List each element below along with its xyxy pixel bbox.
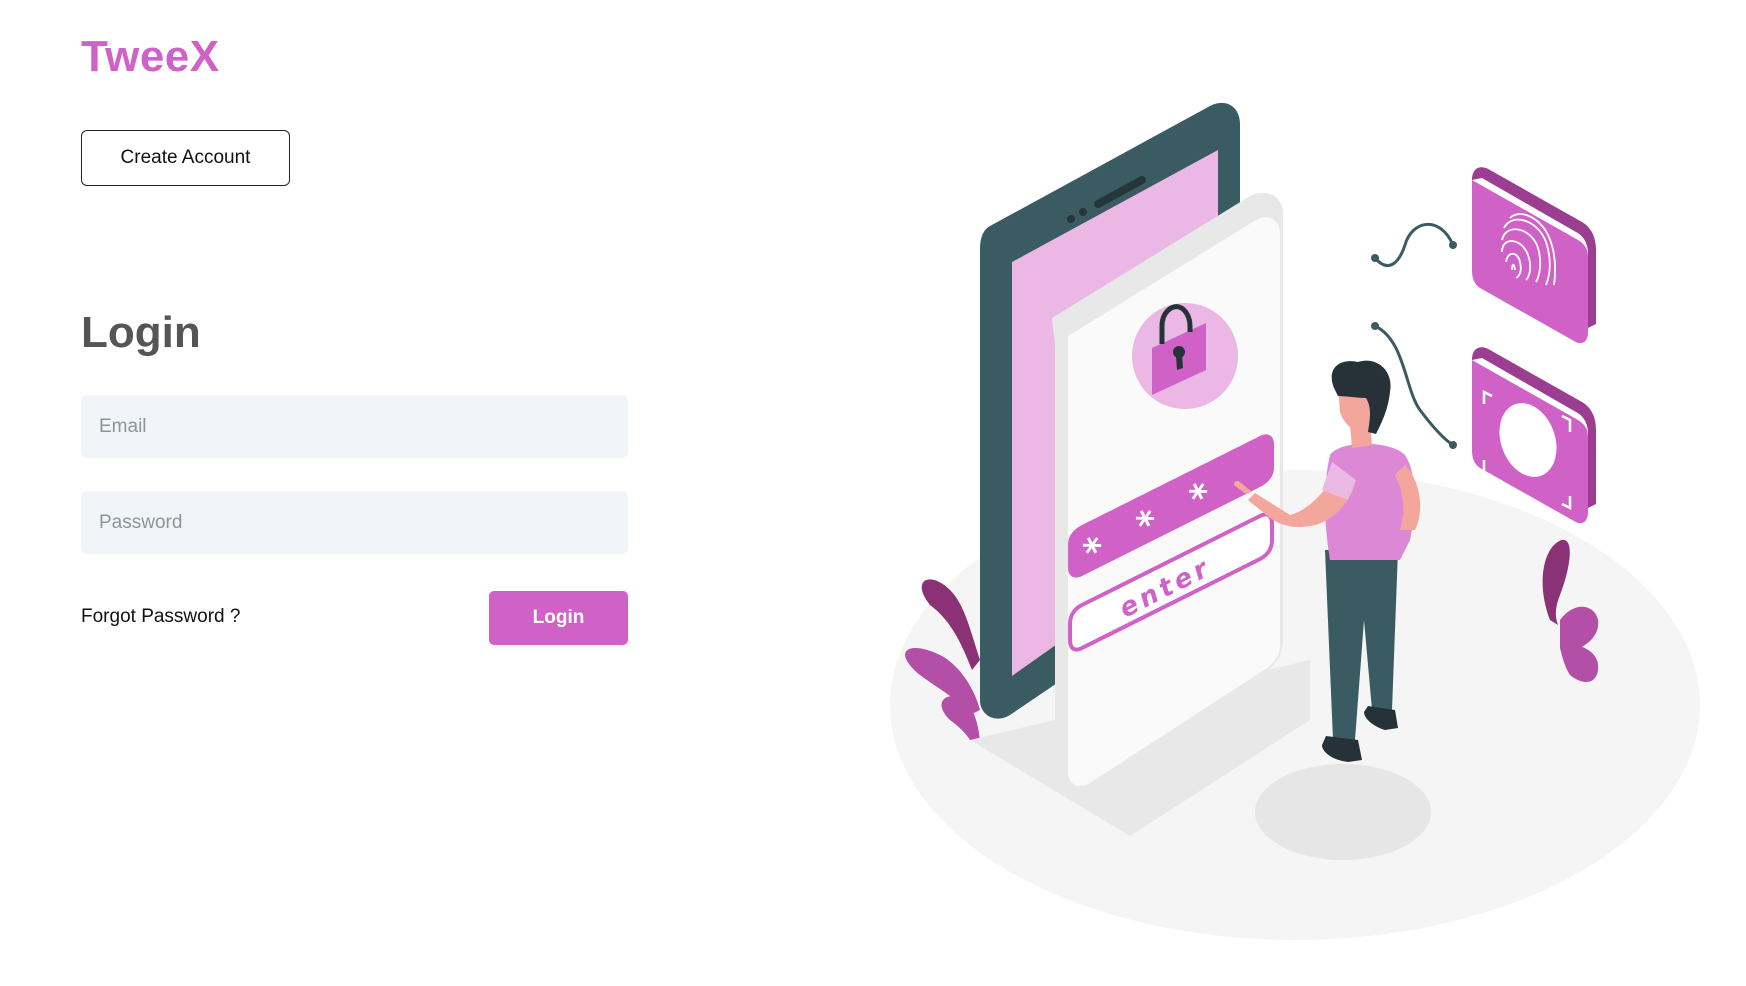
connector-lines <box>1373 222 1455 447</box>
login-page: TweeX Create Account Login Forgot Passwo… <box>0 0 1746 986</box>
create-account-button[interactable]: Create Account <box>81 130 290 186</box>
person-shadow <box>1255 764 1431 860</box>
security-illustration: * * * enter <box>890 102 1700 940</box>
login-button[interactable]: Login <box>489 591 628 645</box>
forgot-password-link[interactable]: Forgot Password ? <box>81 606 240 628</box>
fingerprint-icon <box>1472 167 1596 344</box>
password-input[interactable] <box>81 491 628 554</box>
brand-logo[interactable]: TweeX <box>81 32 220 82</box>
email-input[interactable] <box>81 395 628 458</box>
login-heading: Login <box>81 308 201 357</box>
lock-icon <box>1132 303 1238 409</box>
face-id-icon <box>1472 347 1596 524</box>
